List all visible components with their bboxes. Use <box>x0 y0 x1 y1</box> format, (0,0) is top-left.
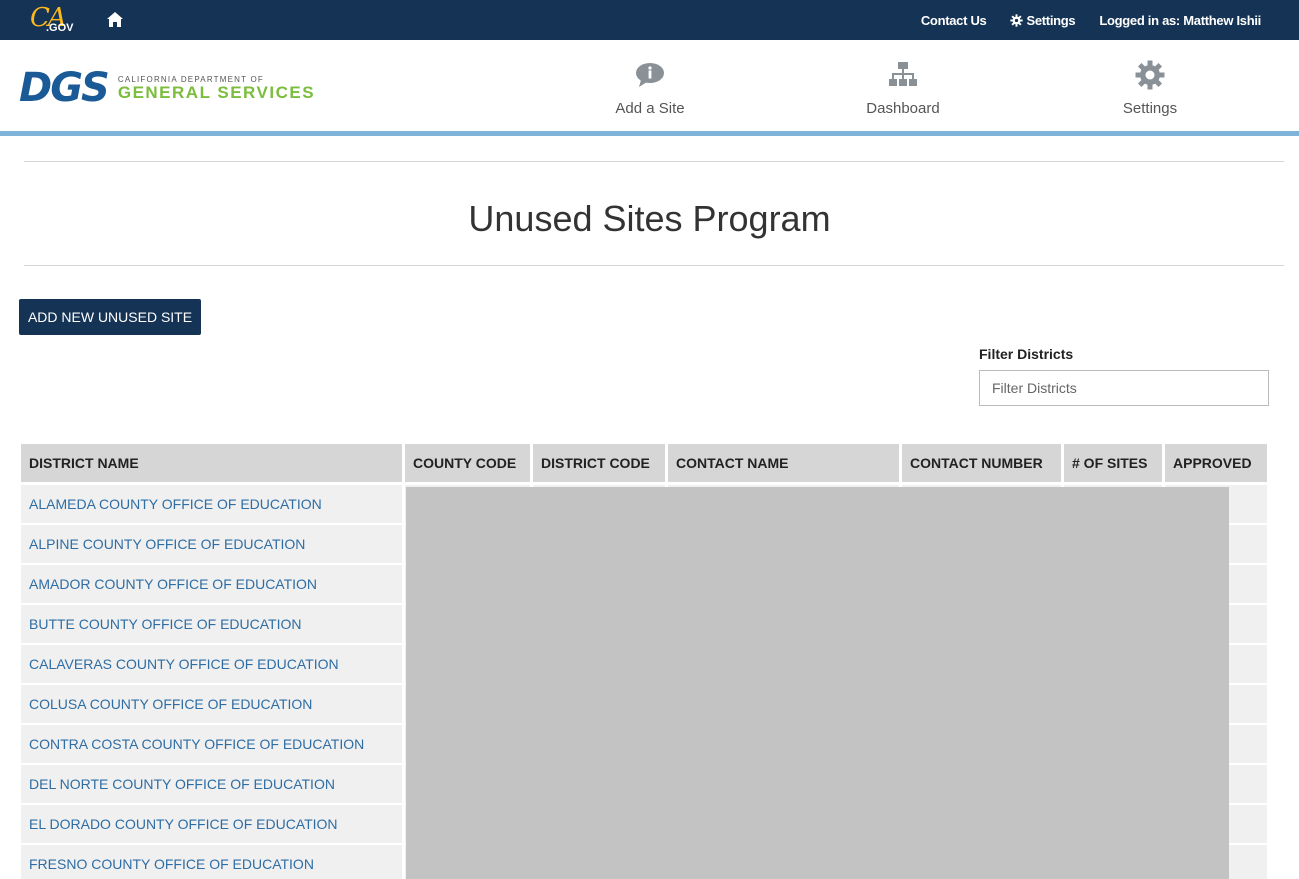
divider-top <box>24 161 1284 162</box>
filter-districts-label: Filter Districts <box>979 346 1074 362</box>
home-icon[interactable] <box>106 11 124 29</box>
nav-settings-label: Settings <box>1122 100 1178 117</box>
nav-settings[interactable]: Settings <box>1090 40 1210 131</box>
gear-icon <box>1010 13 1024 27</box>
utility-bar: CA .GOV Contact Us Settings Logged in as… <box>0 0 1299 40</box>
col-contact-number[interactable]: CONTACT NUMBER <box>902 444 1061 482</box>
district-name-link[interactable]: ALPINE COUNTY OFFICE OF EDUCATION <box>21 525 402 563</box>
ca-gov-logo[interactable]: CA .GOV <box>30 3 78 37</box>
divider-bottom <box>24 265 1284 266</box>
settings-link[interactable]: Settings <box>1010 12 1076 28</box>
col-county-code[interactable]: COUNTY CODE <box>405 444 530 482</box>
table-header: DISTRICT NAME COUNTY CODE DISTRICT CODE … <box>21 444 1267 482</box>
nav-add-a-site[interactable]: Add a Site <box>590 40 710 131</box>
site-header: DGS CALIFORNIA DEPARTMENT OF GENERAL SER… <box>0 40 1299 136</box>
district-name-link[interactable]: CALAVERAS COUNTY OFFICE OF EDUCATION <box>21 645 402 683</box>
dgs-logo-mark: DGS <box>19 65 110 111</box>
district-name-link[interactable]: FRESNO COUNTY OFFICE OF EDUCATION <box>21 845 402 879</box>
filter-districts-input[interactable] <box>979 370 1269 406</box>
district-name-link[interactable]: CONTRA COSTA COUNTY OFFICE OF EDUCATION <box>21 725 402 763</box>
nav-add-a-site-label: Add a Site <box>615 100 685 117</box>
col-approved[interactable]: APPROVED <box>1165 444 1267 482</box>
add-new-unused-site-button[interactable]: ADD NEW UNUSED SITE <box>19 299 201 335</box>
utility-links: Contact Us Settings Logged in as: Matthe… <box>897 0 1261 40</box>
dgs-logo[interactable]: DGS CALIFORNIA DEPARTMENT OF GENERAL SER… <box>19 65 315 111</box>
logged-in-user[interactable]: Logged in as: Matthew Ishii <box>1099 13 1261 28</box>
gov-logo-text: .GOV <box>46 22 74 34</box>
col-district-code[interactable]: DISTRICT CODE <box>533 444 665 482</box>
col-district-name[interactable]: DISTRICT NAME <box>21 444 402 482</box>
contact-us-link[interactable]: Contact Us <box>921 13 987 28</box>
nav-dashboard-label: Dashboard <box>866 100 940 117</box>
sitemap-icon <box>889 62 917 86</box>
district-name-link[interactable]: BUTTE COUNTY OFFICE OF EDUCATION <box>21 605 402 643</box>
district-name-link[interactable]: AMADOR COUNTY OFFICE OF EDUCATION <box>21 565 402 603</box>
settings-link-label: Settings <box>1026 12 1076 28</box>
redacted-region <box>406 487 1229 879</box>
district-name-link[interactable]: COLUSA COUNTY OFFICE OF EDUCATION <box>21 685 402 723</box>
col-num-sites[interactable]: # OF SITES <box>1064 444 1162 482</box>
district-name-link[interactable]: DEL NORTE COUNTY OFFICE OF EDUCATION <box>21 765 402 803</box>
district-name-link[interactable]: ALAMEDA COUNTY OFFICE OF EDUCATION <box>21 485 402 523</box>
district-name-link[interactable]: EL DORADO COUNTY OFFICE OF EDUCATION <box>21 805 402 843</box>
dgs-logo-text: CALIFORNIA DEPARTMENT OF GENERAL SERVICE… <box>118 75 315 102</box>
dgs-logo-title: GENERAL SERVICES <box>117 82 316 102</box>
gear-icon <box>1135 60 1165 90</box>
nav-dashboard[interactable]: Dashboard <box>843 40 963 131</box>
page-title: Unused Sites Program <box>468 198 831 239</box>
info-speech-icon <box>636 63 664 87</box>
col-contact-name[interactable]: CONTACT NAME <box>668 444 899 482</box>
